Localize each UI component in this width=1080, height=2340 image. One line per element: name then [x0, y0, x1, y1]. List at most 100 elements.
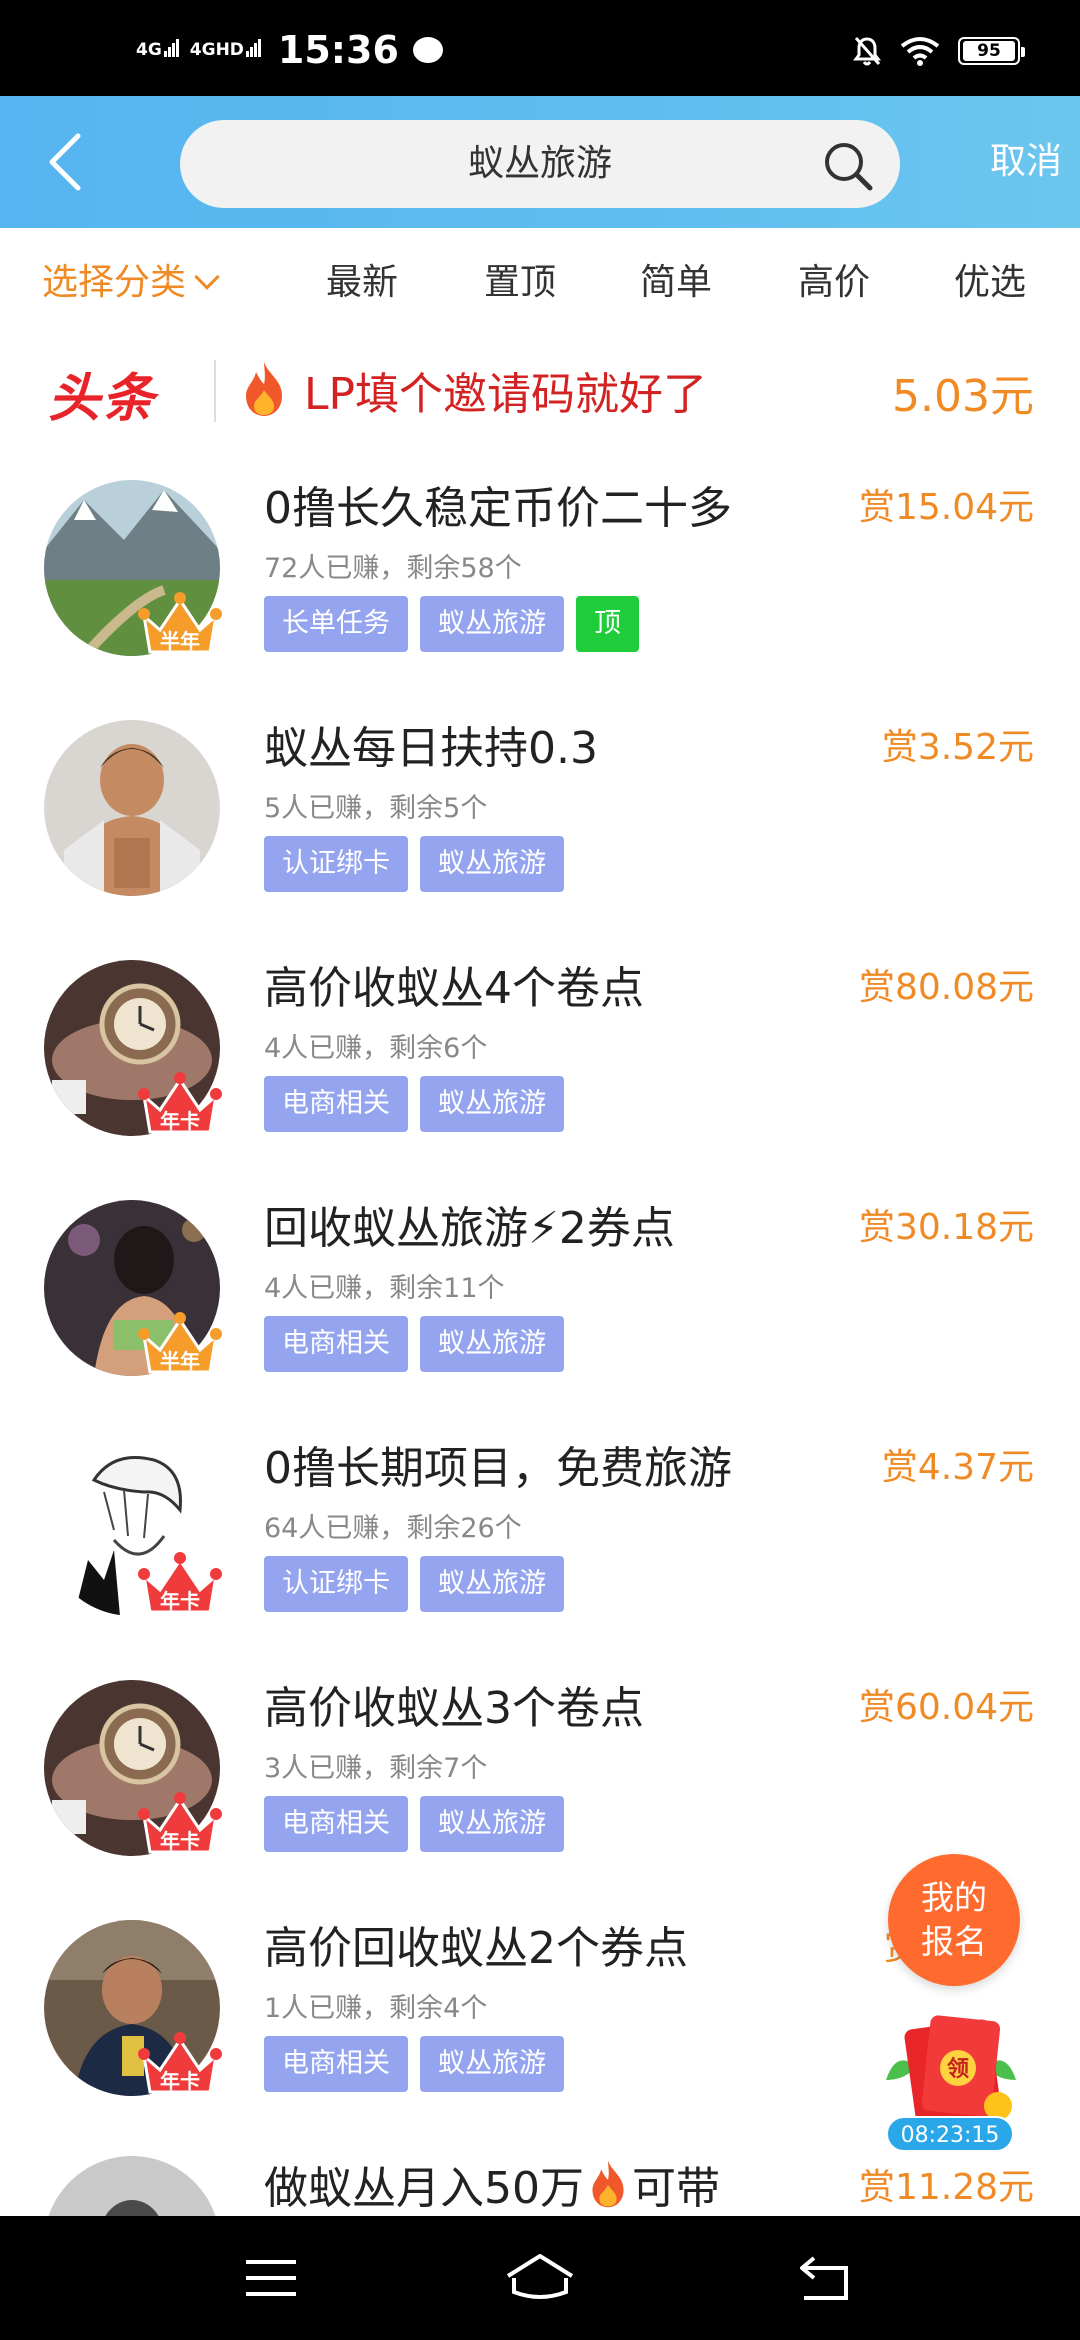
tab-category[interactable]: 选择分类 — [42, 258, 220, 308]
crown-badge-icon: 半年 — [138, 1312, 222, 1374]
tag: 蚁丛旅游 — [420, 596, 564, 652]
tag-list: 电商相关 蚁丛旅游 — [264, 1076, 564, 1132]
headline-text: LP填个邀请码就好了 — [304, 369, 708, 420]
back-nav-icon[interactable] — [796, 2254, 854, 2302]
battery-icon: 95 — [958, 37, 1025, 65]
task-meta: 1人已赚，剩余4个 — [264, 1993, 488, 2024]
task-meta: 64人已赚，剩余26个 — [264, 1513, 522, 1544]
clock: 15:36 — [277, 28, 399, 72]
task-meta: 5人已赚，剩余5个 — [264, 793, 488, 824]
tag-list: 电商相关 蚁丛旅游 — [264, 2036, 564, 2092]
divider — [214, 360, 216, 422]
back-arrow-icon[interactable] — [38, 130, 98, 194]
tab-featured[interactable]: 优选 — [954, 258, 1026, 308]
task-reward: 赏60.04元 — [858, 1687, 1034, 1728]
mute-bell-icon — [853, 37, 881, 66]
tag-list: 认证绑卡 蚁丛旅游 — [264, 836, 564, 892]
task-meta: 3人已赚，剩余7个 — [264, 1753, 488, 1784]
crown-badge-icon: 年卡 — [138, 1552, 222, 1614]
tab-high-price[interactable]: 高价 — [798, 258, 870, 308]
task-reward: 赏30.18元 — [858, 1207, 1034, 1248]
task-reward: 赏4.37元 — [881, 1447, 1034, 1488]
message-icon — [412, 37, 443, 63]
task-row[interactable]: 半年 0撸长久稳定币价二十多 赏15.04元 72人已赚，剩余58个 长单任务 … — [0, 448, 1080, 688]
tag-list: 认证绑卡 蚁丛旅游 — [264, 1556, 564, 1612]
red-packet-label: 领 — [947, 2056, 969, 2082]
signal-icon — [245, 38, 262, 57]
wifi-icon — [900, 37, 940, 66]
network-label-2: 4GHD — [189, 39, 244, 60]
task-row[interactable]: 年卡 高价收蚁丛3个卷点 赏60.04元 3人已赚，剩余7个 电商相关 蚁丛旅游 — [0, 1648, 1080, 1888]
search-input[interactable]: 蚁丛旅游 — [180, 120, 900, 208]
crown-badge-icon: 半年 — [138, 592, 222, 654]
network-indicator-2: 4GHD — [189, 38, 262, 60]
chevron-down-icon — [194, 264, 220, 290]
task-reward: 赏15.04元 — [858, 487, 1034, 528]
pinned-tag: 顶 — [576, 596, 639, 652]
tag: 认证绑卡 — [264, 836, 408, 892]
tab-pinned[interactable]: 置顶 — [484, 258, 556, 308]
task-reward: 赏3.52元 — [881, 727, 1034, 768]
signup-label-line1: 我的 — [921, 1878, 987, 1917]
tag: 电商相关 — [264, 1316, 408, 1372]
badge-label: 年卡 — [160, 1109, 200, 1133]
signal-icon — [163, 38, 180, 57]
task-title: 蚁丛每日扶持0.3 — [264, 723, 598, 774]
task-meta: 4人已赚，剩余11个 — [264, 1273, 505, 1304]
search-header: 蚁丛旅游 取消 — [0, 96, 1080, 228]
search-value: 蚁丛旅游 — [467, 143, 612, 184]
system-nav-bar — [0, 2216, 1080, 2340]
status-bar: 4G 4GHD 15:36 95 — [0, 0, 1080, 96]
crown-badge-icon: 年卡 — [138, 1072, 222, 1134]
tab-label: 选择分类 — [42, 262, 187, 303]
tag: 电商相关 — [264, 1076, 408, 1132]
task-reward: 赏80.08元 — [858, 967, 1034, 1008]
tag: 蚁丛旅游 — [420, 1796, 564, 1852]
tag-list: 长单任务 蚁丛旅游 顶 — [264, 596, 639, 652]
tag: 蚁丛旅游 — [420, 1556, 564, 1612]
network-indicator-1: 4G — [136, 38, 180, 60]
tag: 长单任务 — [264, 596, 408, 652]
tab-simple[interactable]: 简单 — [640, 258, 712, 308]
crown-badge-icon: 年卡 — [138, 1792, 222, 1854]
cancel-button[interactable]: 取消 — [990, 126, 1062, 198]
countdown-timer: 08:23:15 — [886, 2116, 1014, 2152]
my-signup-button[interactable]: 我的 报名 — [888, 1854, 1020, 1986]
task-row[interactable]: 年卡 高价收蚁丛4个卷点 赏80.08元 4人已赚，剩余6个 电商相关 蚁丛旅游 — [0, 928, 1080, 1168]
task-row[interactable]: 半年 回收蚁丛旅游⚡2券点 赏30.18元 4人已赚，剩余11个 电商相关 蚁丛… — [0, 1168, 1080, 1408]
badge-label: 年卡 — [160, 1829, 200, 1853]
tag: 蚁丛旅游 — [420, 1076, 564, 1132]
tag: 认证绑卡 — [264, 1556, 408, 1612]
search-icon[interactable] — [820, 138, 876, 194]
headline-brand-logo: 头条 — [48, 369, 157, 429]
tag: 电商相关 — [264, 1796, 408, 1852]
badge-label: 年卡 — [160, 1589, 200, 1613]
tag: 蚁丛旅游 — [420, 836, 564, 892]
task-reward: 赏11.28元 — [858, 2167, 1034, 2208]
headline-banner[interactable]: 头条 LP填个邀请码就好了 5.03元 — [0, 338, 1080, 448]
task-title: 高价收蚁丛3个卷点 — [264, 1683, 644, 1734]
badge-label: 半年 — [160, 629, 200, 653]
filter-tabs: 选择分类 最新 置顶 简单 高价 优选 — [0, 228, 1080, 338]
tag: 蚁丛旅游 — [420, 2036, 564, 2092]
task-row[interactable]: 蚁丛每日扶持0.3 赏3.52元 5人已赚，剩余5个 认证绑卡 蚁丛旅游 — [0, 688, 1080, 928]
menu-icon[interactable] — [244, 2258, 298, 2298]
tab-latest[interactable]: 最新 — [326, 258, 398, 308]
home-icon[interactable] — [504, 2252, 576, 2302]
fire-icon — [592, 2160, 624, 2208]
badge-label: 年卡 — [160, 2069, 200, 2093]
network-label-1: 4G — [136, 39, 162, 60]
task-title: 0撸长久稳定币价二十多 — [264, 483, 732, 534]
task-title: 高价收蚁丛4个卷点 — [264, 963, 644, 1014]
avatar — [44, 720, 220, 896]
task-title: 高价回收蚁丛2个券点 — [264, 1923, 688, 1974]
headline-amount: 5.03元 — [892, 371, 1034, 422]
battery-level: 95 — [963, 41, 1015, 61]
task-title: 0撸长期项目，免费旅游 — [264, 1443, 732, 1494]
task-row[interactable]: 年卡 0撸长期项目，免费旅游 赏4.37元 64人已赚，剩余26个 认证绑卡 蚁… — [0, 1408, 1080, 1648]
tag: 蚁丛旅游 — [420, 1316, 564, 1372]
task-title: 回收蚁丛旅游⚡2券点 — [264, 1203, 675, 1254]
tag: 电商相关 — [264, 2036, 408, 2092]
badge-label: 半年 — [160, 1349, 200, 1373]
signup-label-line2: 报名 — [921, 1922, 987, 1961]
